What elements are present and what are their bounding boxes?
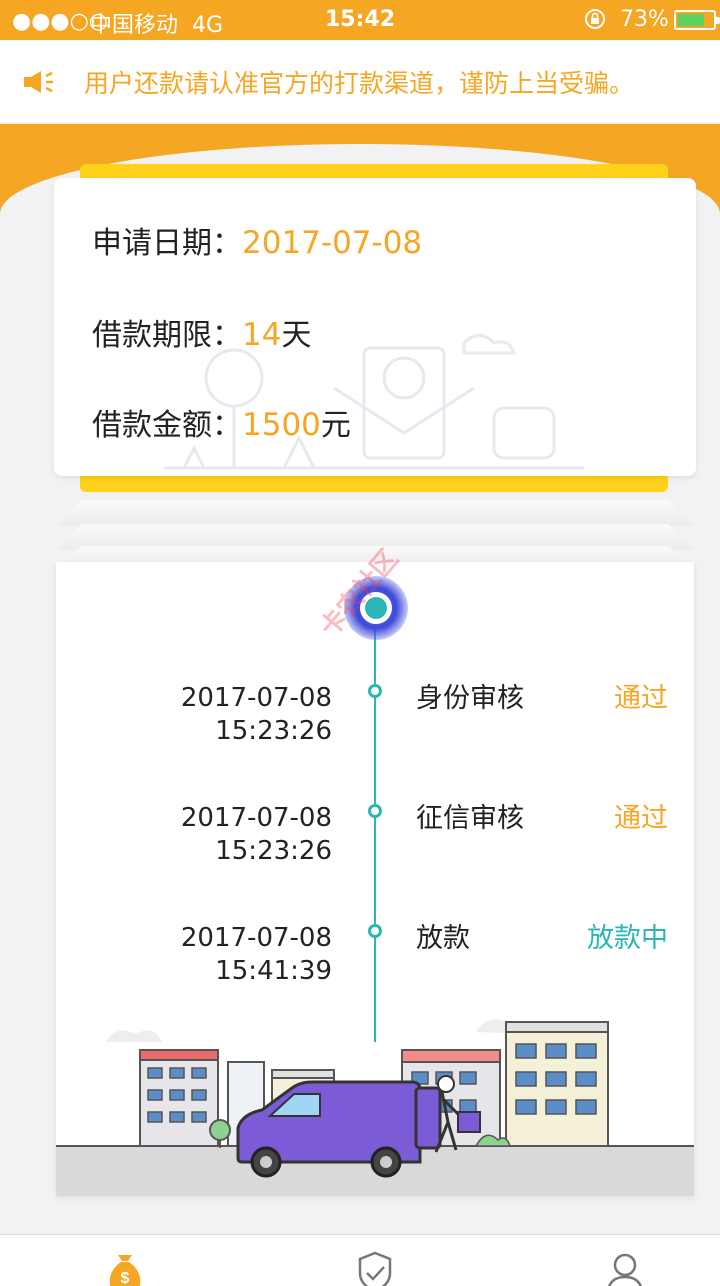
speaker-icon xyxy=(24,71,53,93)
loan-term-unit: 天 xyxy=(281,318,312,353)
notice-bar[interactable]: 用户还款请认准官方的打款渠道，谨防上当受骗。 xyxy=(0,40,720,122)
user-icon[interactable] xyxy=(604,1249,646,1286)
timeline-step-credit: 2017-07-08 15:23:26 征信审核 通过 xyxy=(56,802,694,894)
bottom-tab-bar: $ xyxy=(0,1234,720,1286)
status-bar: ●●●○○ 中国移动 4G 15:42 73% xyxy=(0,0,720,40)
money-bag-icon[interactable]: $ xyxy=(104,1249,146,1286)
step-datetime: 2017-07-08 15:23:26 xyxy=(156,802,332,868)
battery-icon xyxy=(674,10,720,30)
apply-date-label: 申请日期： xyxy=(92,226,242,261)
delivery-van-illustration xyxy=(56,1019,694,1196)
battery-fill xyxy=(678,14,704,26)
rotation-lock-icon xyxy=(585,9,605,29)
loan-term-label: 借款期限： xyxy=(92,318,242,353)
notice-text: 用户还款请认准官方的打款渠道，谨防上当受骗。 xyxy=(84,69,635,98)
loan-amount-row: 借款金额：1500元 xyxy=(92,400,351,444)
step-date: 2017-07-08 xyxy=(180,923,332,953)
step-datetime: 2017-07-08 15:41:39 xyxy=(156,922,332,988)
step-time: 15:41:39 xyxy=(215,956,332,986)
timeline-step-identity: 2017-07-08 15:23:26 身份审核 通过 xyxy=(56,682,694,774)
step-date: 2017-07-08 xyxy=(180,803,332,833)
step-status: 通过 xyxy=(614,683,668,714)
svg-text:$: $ xyxy=(121,1270,130,1286)
step-name: 放款 xyxy=(416,923,470,954)
timeline-dot xyxy=(368,924,382,938)
apply-date-row: 申请日期：2017-07-08 xyxy=(92,218,422,262)
loan-term-value: 14 xyxy=(242,317,282,353)
battery-percent: 73% xyxy=(620,7,669,32)
loan-term-row: 借款期限：14天 xyxy=(92,310,311,354)
loan-amount-value: 1500 xyxy=(242,407,321,443)
loan-info-card: 申请日期：2017-07-08 借款期限：14天 借款金额：1500元 xyxy=(54,178,696,476)
timeline-dot xyxy=(368,804,382,818)
paper-fold xyxy=(56,500,694,526)
step-name: 征信审核 xyxy=(416,803,524,834)
step-datetime: 2017-07-08 15:23:26 xyxy=(156,682,332,748)
step-time: 15:23:26 xyxy=(215,716,332,746)
apply-date-value: 2017-07-08 xyxy=(242,225,423,261)
progress-timeline-card: 2017-07-08 15:23:26 身份审核 通过 2017-07-08 1… xyxy=(56,562,694,1196)
step-date: 2017-07-08 xyxy=(180,683,332,713)
timeline-dot xyxy=(368,684,382,698)
loan-amount-unit: 元 xyxy=(320,408,351,443)
step-status: 放款中 xyxy=(587,923,668,954)
step-name: 身份审核 xyxy=(416,683,524,714)
clock: 15:42 xyxy=(324,7,396,32)
shield-check-icon[interactable] xyxy=(354,1249,396,1286)
step-time: 15:23:26 xyxy=(215,836,332,866)
loan-amount-label: 借款金额： xyxy=(92,408,242,443)
step-status: 通过 xyxy=(614,803,668,834)
